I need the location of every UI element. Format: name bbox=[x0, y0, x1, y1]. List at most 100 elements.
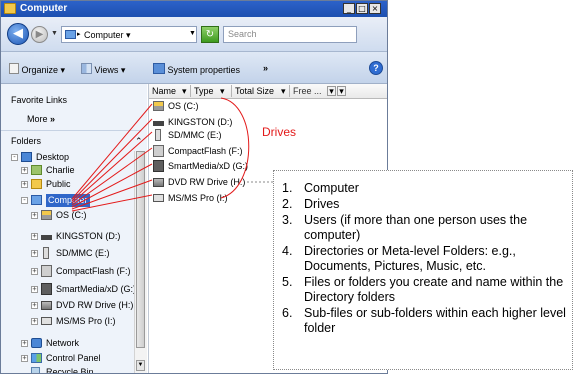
expand-expander-icon[interactable]: + bbox=[31, 268, 38, 275]
help-button[interactable]: ? bbox=[369, 61, 383, 75]
drive-label: SmartMedia/xD (G:) bbox=[168, 161, 249, 171]
legend-text: Drives bbox=[304, 197, 340, 211]
navigation-scrollbar[interactable]: ▼ bbox=[134, 151, 147, 373]
recycle-bin-icon bbox=[31, 367, 40, 373]
tree-label: OS (C:) bbox=[56, 210, 87, 220]
system-properties-button[interactable]: System properties bbox=[153, 63, 240, 76]
computer-icon bbox=[31, 195, 42, 205]
back-button[interactable]: ◀ bbox=[7, 23, 29, 45]
views-icon bbox=[81, 63, 92, 74]
tree-label: DVD RW Drive (H:) bbox=[56, 300, 134, 310]
tree-label: Charlie bbox=[46, 165, 75, 175]
views-button[interactable]: Views ▾ bbox=[81, 63, 125, 76]
expand-expander-icon[interactable]: + bbox=[21, 340, 28, 347]
column-total-size-dropdown-icon[interactable]: ▾ bbox=[281, 86, 286, 96]
tree-label: KINGSTON (D:) bbox=[56, 231, 121, 241]
navigation-pane: Favorite Links More » Folders ⌃ - Deskto… bbox=[1, 84, 147, 373]
drives-annotation-label: Drives bbox=[262, 125, 297, 139]
search-input[interactable]: Search bbox=[223, 26, 357, 43]
title-bar[interactable]: Computer _ □ × bbox=[1, 1, 387, 17]
legend-number: 6. bbox=[282, 306, 293, 320]
legend-text: Directories or Meta-level Folders: e.g.,… bbox=[304, 244, 516, 273]
close-button[interactable]: × bbox=[369, 3, 381, 14]
expand-expander-icon[interactable]: + bbox=[31, 286, 38, 293]
card-reader-icon bbox=[153, 145, 164, 157]
address-dropdown-icon[interactable]: ▼ bbox=[189, 30, 196, 37]
legend-number: 3. bbox=[282, 213, 293, 227]
os-drive-icon bbox=[153, 101, 164, 111]
tree-label: CompactFlash (F:) bbox=[56, 266, 131, 276]
drive-label: DVD RW Drive (H:) bbox=[168, 177, 246, 187]
expand-expander-icon[interactable]: + bbox=[21, 167, 28, 174]
collapse-expander-icon[interactable]: - bbox=[21, 197, 28, 204]
card-reader-icon bbox=[41, 265, 52, 277]
drive-label: SD/MMC (E:) bbox=[168, 130, 222, 140]
drive-label: CompactFlash (F:) bbox=[168, 146, 243, 156]
folders-collapse-chevron-icon[interactable]: ⌃ bbox=[135, 136, 143, 147]
card-reader-icon bbox=[153, 160, 164, 172]
legend-item: 6. Sub-files or sub-folders within each h… bbox=[282, 306, 572, 336]
column-type[interactable]: Type bbox=[194, 86, 214, 96]
computer-icon bbox=[65, 30, 76, 39]
toolbar-more-chevron[interactable]: » bbox=[263, 63, 268, 74]
column-total-size[interactable]: Total Size bbox=[235, 86, 274, 96]
tree-label: Control Panel bbox=[46, 353, 101, 363]
breadcrumb-computer[interactable]: Computer bbox=[84, 30, 124, 40]
column-separator[interactable] bbox=[190, 85, 191, 97]
more-label: More bbox=[27, 114, 48, 124]
legend-item: 1. Computer bbox=[282, 181, 572, 196]
expand-expander-icon[interactable]: + bbox=[21, 355, 28, 362]
column-overflow-dropdown-icon[interactable]: ▾ bbox=[337, 86, 346, 96]
drive-label: MS/MS Pro (I:) bbox=[168, 193, 228, 203]
scroll-down-arrow-icon[interactable]: ▼ bbox=[136, 360, 145, 371]
expand-expander-icon[interactable]: + bbox=[31, 318, 38, 325]
address-path: Computer ▾ bbox=[84, 30, 131, 40]
more-chevron: » bbox=[50, 114, 56, 124]
organize-button[interactable]: Organize ▾ bbox=[9, 63, 65, 76]
column-type-dropdown-icon[interactable]: ▾ bbox=[220, 86, 225, 96]
address-field[interactable]: ▸ Computer ▾ ▼ bbox=[61, 26, 197, 43]
pane-divider[interactable] bbox=[1, 130, 141, 131]
column-free[interactable]: Free ... bbox=[293, 86, 322, 96]
system-properties-icon bbox=[153, 63, 165, 74]
collapse-expander-icon[interactable]: - bbox=[11, 154, 18, 161]
legend-text: Computer bbox=[304, 181, 359, 195]
legend-number: 2. bbox=[282, 197, 293, 211]
column-header-row: Name ▾ Type ▾ Total Size ▾ Free ... ▾ ▾ bbox=[149, 84, 387, 99]
column-free-dropdown-icon[interactable]: ▾ bbox=[327, 86, 336, 96]
folder-icon bbox=[31, 179, 42, 189]
tree-label: Desktop bbox=[36, 152, 70, 162]
column-name[interactable]: Name bbox=[152, 86, 176, 96]
minimize-button[interactable]: _ bbox=[343, 3, 355, 14]
folders-header[interactable]: Folders bbox=[11, 136, 41, 146]
os-drive-icon bbox=[41, 210, 52, 220]
usb-drive-icon bbox=[153, 121, 164, 126]
more-button[interactable]: More » bbox=[27, 114, 55, 124]
legend-text: Files or folders you create and name wit… bbox=[304, 275, 564, 304]
expand-expander-icon[interactable]: + bbox=[31, 250, 38, 257]
column-name-dropdown-icon[interactable]: ▾ bbox=[182, 86, 187, 96]
organize-icon bbox=[9, 63, 19, 74]
refresh-button[interactable]: ↻ bbox=[201, 26, 219, 43]
legend-number: 1. bbox=[282, 181, 293, 195]
tree-label: Computer bbox=[46, 194, 90, 207]
legend-item: 4. Directories or Meta-level Folders: e.g… bbox=[282, 244, 572, 274]
tree-label: Network bbox=[46, 338, 80, 348]
command-bar: Organize ▾ Views ▾ System properties » ? bbox=[1, 52, 387, 84]
legend-text: Users (if more than one person uses the … bbox=[304, 213, 528, 242]
column-separator[interactable] bbox=[231, 85, 232, 97]
scroll-thumb[interactable] bbox=[136, 151, 145, 348]
forward-button[interactable]: ▶ bbox=[31, 26, 48, 43]
dvd-drive-icon bbox=[41, 301, 52, 310]
drive-label: KINGSTON (D:) bbox=[168, 117, 233, 127]
column-separator[interactable] bbox=[289, 85, 290, 97]
expand-expander-icon[interactable]: + bbox=[31, 302, 38, 309]
favorite-links-header[interactable]: Favorite Links bbox=[11, 95, 67, 105]
expand-expander-icon[interactable]: + bbox=[31, 212, 38, 219]
expand-expander-icon[interactable]: + bbox=[31, 233, 38, 240]
recent-pages-chevron-icon[interactable]: ▼ bbox=[51, 30, 58, 37]
maximize-button[interactable]: □ bbox=[356, 3, 368, 14]
card-reader-icon bbox=[41, 283, 52, 295]
legend-number: 4. bbox=[282, 244, 293, 258]
expand-expander-icon[interactable]: + bbox=[21, 181, 28, 188]
